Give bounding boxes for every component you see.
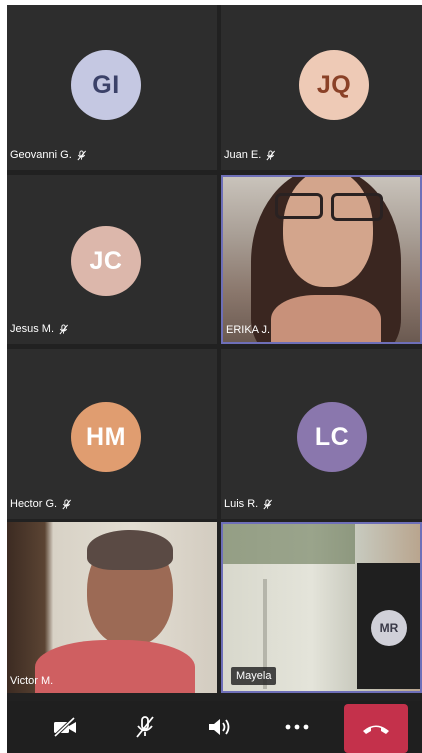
participant-name-label: Juan E. xyxy=(224,149,262,161)
participant-name: Jesus M. xyxy=(10,323,69,335)
glasses-icon xyxy=(275,193,323,219)
video-figure-body xyxy=(35,640,195,693)
participant-tile-mayela[interactable]: MR Mayela xyxy=(221,522,422,693)
participant-name-label: Victor M. xyxy=(10,675,54,687)
mic-off-icon xyxy=(58,323,69,335)
call-screen: GI Geovanni G. JQ Juan E. JC Jesus M. ER… xyxy=(7,5,422,753)
hangup-button[interactable] xyxy=(344,704,408,753)
more-options-button[interactable] xyxy=(277,701,317,753)
mic-off-icon xyxy=(262,498,273,510)
camera-toggle-button[interactable] xyxy=(45,701,85,753)
self-avatar: MR xyxy=(371,610,407,646)
avatar: LC xyxy=(297,402,367,472)
speaker-icon xyxy=(206,716,234,738)
participant-name: Hector G. xyxy=(10,498,72,510)
video-figure-face xyxy=(283,177,373,287)
video-figure-hair xyxy=(87,530,173,570)
mic-off-icon xyxy=(76,149,87,161)
participant-name: Juan E. xyxy=(224,149,276,161)
avatar: JC xyxy=(71,226,141,296)
participant-tile-juan[interactable]: JQ Juan E. xyxy=(221,5,422,170)
self-view[interactable]: MR xyxy=(357,563,420,689)
speaker-button[interactable] xyxy=(200,701,240,753)
participant-name: Victor M. xyxy=(10,675,53,687)
avatar: HM xyxy=(71,402,141,472)
mic-off-icon xyxy=(265,149,276,161)
participant-name: Luis R. xyxy=(224,498,273,510)
participant-name-label: Geovanni G. xyxy=(10,149,72,161)
mic-off-icon xyxy=(133,715,157,739)
participant-tile-erika[interactable]: ERIKA J. xyxy=(221,175,422,344)
participant-tile-hector[interactable]: HM Hector G. xyxy=(7,349,217,519)
video-background xyxy=(223,524,355,564)
participant-name: ERIKA J. xyxy=(226,324,270,336)
participant-name-label: ERIKA J. xyxy=(226,324,271,336)
glasses-icon xyxy=(331,193,383,221)
avatar: JQ xyxy=(299,50,369,120)
participant-tile-victor[interactable]: Victor M. xyxy=(7,522,217,693)
call-controls-bar xyxy=(7,701,422,753)
camera-off-icon xyxy=(52,717,78,737)
participant-name-label: Jesus M. xyxy=(10,323,55,335)
mic-toggle-button[interactable] xyxy=(125,701,165,753)
participant-name: Mayela xyxy=(231,667,277,685)
participant-name-label: Hector G. xyxy=(10,498,58,510)
video-figure-body xyxy=(271,295,381,342)
avatar: GI xyxy=(71,50,141,120)
participant-tile-luis[interactable]: LC Luis R. xyxy=(221,349,422,519)
mic-off-icon xyxy=(61,498,72,510)
more-icon xyxy=(284,723,310,731)
hangup-icon xyxy=(361,722,391,736)
participant-name: Geovanni G. xyxy=(10,149,87,161)
participant-name-label: Luis R. xyxy=(224,498,259,510)
participant-tile-jesus[interactable]: JC Jesus M. xyxy=(7,175,217,344)
participant-tile-geovanni[interactable]: GI Geovanni G. xyxy=(7,5,217,170)
